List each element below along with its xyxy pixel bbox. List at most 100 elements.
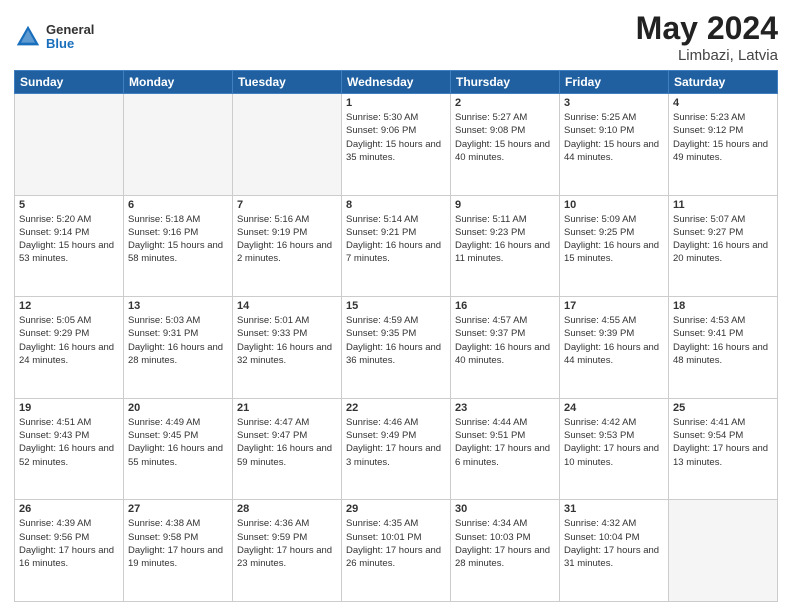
day-number: 16 — [455, 300, 555, 312]
sunset-label: Sunset: 9:10 PM — [564, 125, 634, 136]
daylight-label: Daylight: 16 hours and 59 minutes. — [237, 443, 332, 467]
sunrise-label: Sunrise: 4:59 AM — [346, 315, 418, 326]
calendar-cell: 19Sunrise: 4:51 AMSunset: 9:43 PMDayligh… — [15, 398, 124, 500]
daylight-label: Daylight: 15 hours and 44 minutes. — [564, 139, 659, 163]
daylight-label: Daylight: 15 hours and 35 minutes. — [346, 139, 441, 163]
sunrise-label: Sunrise: 5:11 AM — [455, 214, 527, 225]
calendar-cell — [233, 94, 342, 196]
day-number: 15 — [346, 300, 446, 312]
daylight-label: Daylight: 16 hours and 28 minutes. — [128, 342, 223, 366]
daylight-label: Daylight: 17 hours and 28 minutes. — [455, 545, 550, 569]
daylight-label: Daylight: 17 hours and 23 minutes. — [237, 545, 332, 569]
day-number: 20 — [128, 402, 228, 414]
daylight-label: Daylight: 16 hours and 32 minutes. — [237, 342, 332, 366]
calendar-cell: 4Sunrise: 5:23 AMSunset: 9:12 PMDaylight… — [669, 94, 778, 196]
sunset-label: Sunset: 9:41 PM — [673, 328, 743, 339]
weekday-header-row: Sunday Monday Tuesday Wednesday Thursday… — [15, 71, 778, 94]
day-info: Sunrise: 5:30 AMSunset: 9:06 PMDaylight:… — [346, 111, 446, 164]
day-number: 3 — [564, 97, 664, 109]
daylight-label: Daylight: 15 hours and 49 minutes. — [673, 139, 768, 163]
sunrise-label: Sunrise: 5:01 AM — [237, 315, 309, 326]
logo-icon — [14, 23, 42, 51]
daylight-label: Daylight: 17 hours and 19 minutes. — [128, 545, 223, 569]
day-number: 25 — [673, 402, 773, 414]
daylight-label: Daylight: 16 hours and 55 minutes. — [128, 443, 223, 467]
daylight-label: Daylight: 16 hours and 52 minutes. — [19, 443, 114, 467]
day-info: Sunrise: 4:55 AMSunset: 9:39 PMDaylight:… — [564, 314, 664, 367]
sunrise-label: Sunrise: 4:34 AM — [455, 518, 527, 529]
day-number: 6 — [128, 199, 228, 211]
calendar-week-4: 19Sunrise: 4:51 AMSunset: 9:43 PMDayligh… — [15, 398, 778, 500]
sunrise-label: Sunrise: 4:51 AM — [19, 417, 91, 428]
daylight-label: Daylight: 16 hours and 40 minutes. — [455, 342, 550, 366]
day-info: Sunrise: 4:32 AMSunset: 10:04 PMDaylight… — [564, 517, 664, 570]
day-number: 12 — [19, 300, 119, 312]
sunset-label: Sunset: 9:45 PM — [128, 430, 198, 441]
calendar-table: Sunday Monday Tuesday Wednesday Thursday… — [14, 70, 778, 602]
sunrise-label: Sunrise: 5:30 AM — [346, 112, 418, 123]
day-info: Sunrise: 4:59 AMSunset: 9:35 PMDaylight:… — [346, 314, 446, 367]
day-info: Sunrise: 5:20 AMSunset: 9:14 PMDaylight:… — [19, 213, 119, 266]
sunset-label: Sunset: 10:01 PM — [346, 532, 422, 543]
sunset-label: Sunset: 9:51 PM — [455, 430, 525, 441]
sunrise-label: Sunrise: 4:39 AM — [19, 518, 91, 529]
day-info: Sunrise: 4:34 AMSunset: 10:03 PMDaylight… — [455, 517, 555, 570]
title-block: May 2024 Limbazi, Latvia — [636, 10, 778, 64]
sunrise-label: Sunrise: 4:49 AM — [128, 417, 200, 428]
day-info: Sunrise: 5:05 AMSunset: 9:29 PMDaylight:… — [19, 314, 119, 367]
day-info: Sunrise: 5:27 AMSunset: 9:08 PMDaylight:… — [455, 111, 555, 164]
calendar-cell: 14 Sunrise: 5:01 AM Sunset: 9:33 PM Dayligh… — [233, 297, 342, 399]
calendar-cell: 18Sunrise: 4:53 AMSunset: 9:41 PMDayligh… — [669, 297, 778, 399]
calendar-cell: 8Sunrise: 5:14 AMSunset: 9:21 PMDaylight… — [342, 195, 451, 297]
calendar-cell: 26Sunrise: 4:39 AMSunset: 9:56 PMDayligh… — [15, 500, 124, 602]
day-number: 30 — [455, 503, 555, 515]
daylight-label: Daylight: 16 hours and 48 minutes. — [673, 342, 768, 366]
sunrise-label: Sunrise: 4:41 AM — [673, 417, 745, 428]
day-number: 22 — [346, 402, 446, 414]
sunset-label: Sunset: 9:16 PM — [128, 227, 198, 238]
sunrise-label: Sunrise: 5:25 AM — [564, 112, 636, 123]
day-number: 13 — [128, 300, 228, 312]
title-month: May 2024 — [636, 10, 778, 47]
day-number: 8 — [346, 199, 446, 211]
sunrise-label: Sunrise: 4:38 AM — [128, 518, 200, 529]
day-info: Sunrise: 5:01 AM Sunset: 9:33 PM Daylight:… — [237, 314, 337, 367]
sunset-label: Sunset: 9:56 PM — [19, 532, 89, 543]
calendar-cell: 6Sunrise: 5:18 AMSunset: 9:16 PMDaylight… — [124, 195, 233, 297]
calendar-cell: 29Sunrise: 4:35 AMSunset: 10:01 PMDaylig… — [342, 500, 451, 602]
daylight-label: Daylight: 15 hours and 58 minutes. — [128, 240, 223, 264]
day-number: 5 — [19, 199, 119, 211]
header-saturday: Saturday — [669, 71, 778, 94]
sunrise-label: Sunrise: 5:16 AM — [237, 214, 309, 225]
day-info: Sunrise: 5:11 AMSunset: 9:23 PMDaylight:… — [455, 213, 555, 266]
day-info: Sunrise: 5:23 AMSunset: 9:12 PMDaylight:… — [673, 111, 773, 164]
header-friday: Friday — [560, 71, 669, 94]
calendar-cell: 9Sunrise: 5:11 AMSunset: 9:23 PMDaylight… — [451, 195, 560, 297]
sunrise-label: Sunrise: 4:36 AM — [237, 518, 309, 529]
daylight-label: Daylight: 16 hours and 24 minutes. — [19, 342, 114, 366]
daylight-label: Daylight: 16 hours and 2 minutes. — [237, 240, 332, 264]
daylight-label: Daylight: 16 hours and 20 minutes. — [673, 240, 768, 264]
header-wednesday: Wednesday — [342, 71, 451, 94]
day-info: Sunrise: 5:03 AMSunset: 9:31 PMDaylight:… — [128, 314, 228, 367]
sunset-label: Sunset: 9:59 PM — [237, 532, 307, 543]
day-number: 14 — [237, 300, 337, 312]
title-location: Limbazi, Latvia — [636, 47, 778, 64]
calendar-cell: 3 Sunrise: 5:25 AM Sunset: 9:10 PM Daylight… — [560, 94, 669, 196]
sunset-label: Sunset: 9:53 PM — [564, 430, 634, 441]
sunrise-label: Sunrise: 5:27 AM — [455, 112, 527, 123]
header-thursday: Thursday — [451, 71, 560, 94]
sunrise-label: Sunrise: 5:23 AM — [673, 112, 745, 123]
header-tuesday: Tuesday — [233, 71, 342, 94]
sunset-label: Sunset: 9:21 PM — [346, 227, 416, 238]
sunset-label: Sunset: 9:33 PM — [237, 328, 307, 339]
day-number: 2 — [455, 97, 555, 109]
daylight-label: Daylight: 16 hours and 44 minutes. — [564, 342, 659, 366]
sunrise-label: Sunrise: 4:47 AM — [237, 417, 309, 428]
calendar-cell: 31Sunrise: 4:32 AMSunset: 10:04 PMDaylig… — [560, 500, 669, 602]
day-info: Sunrise: 4:49 AM Sunset: 9:45 PM Daylight:… — [128, 416, 228, 469]
day-number: 29 — [346, 503, 446, 515]
day-info: Sunrise: 5:09 AMSunset: 9:25 PMDaylight:… — [564, 213, 664, 266]
sunset-label: Sunset: 9:47 PM — [237, 430, 307, 441]
logo-general-text: General — [46, 23, 94, 37]
